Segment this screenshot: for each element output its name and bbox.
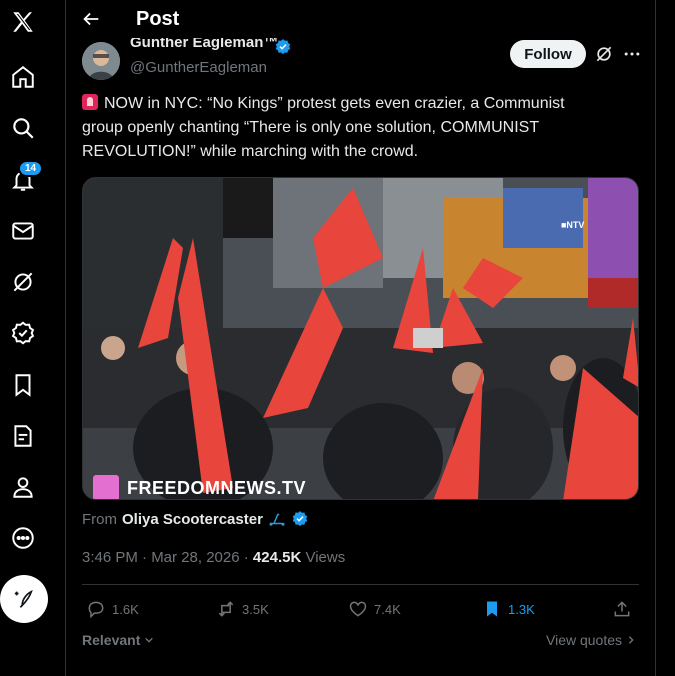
post-media-video[interactable]: ■NTV FREEDOMNEWS.TV bbox=[82, 177, 639, 500]
more-options-icon[interactable] bbox=[622, 44, 642, 64]
like-count: 7.4K bbox=[374, 601, 401, 617]
reply-count: 1.6K bbox=[112, 601, 139, 617]
siren-emoji-icon bbox=[82, 94, 98, 110]
sidebar: 14 bbox=[0, 0, 66, 676]
grok-icon[interactable] bbox=[9, 268, 37, 296]
profile-icon[interactable] bbox=[9, 473, 37, 501]
bookmarks-icon[interactable] bbox=[9, 371, 37, 399]
scooter-emoji-icon bbox=[269, 513, 285, 526]
notification-badge: 14 bbox=[18, 160, 44, 177]
verified-badge-icon bbox=[275, 39, 291, 55]
source-verified-badge-icon bbox=[292, 511, 308, 527]
from-label: From bbox=[82, 510, 117, 528]
messages-icon[interactable] bbox=[9, 217, 37, 245]
bookmark-count: 1.3K bbox=[508, 601, 535, 617]
verified-orgs-icon[interactable] bbox=[9, 319, 37, 347]
share-button[interactable] bbox=[612, 596, 632, 622]
sort-label: Relevant bbox=[82, 632, 141, 648]
action-bar: 1.6K 3.5K 7.4K 1.3K bbox=[82, 596, 639, 622]
back-button[interactable] bbox=[80, 8, 104, 32]
media-source: From Oliya Scootercaster bbox=[82, 510, 309, 528]
watermark-logo-icon bbox=[93, 475, 119, 499]
sort-replies-dropdown[interactable]: Relevant bbox=[82, 632, 154, 648]
post-header: Post bbox=[66, 0, 655, 42]
column-divider bbox=[655, 0, 656, 676]
views-label: Views bbox=[301, 549, 346, 566]
heart-icon bbox=[349, 601, 367, 617]
post-text-body: NOW in NYC: “No Kings” protest gets even… bbox=[82, 95, 565, 160]
protest-scene-image bbox=[83, 178, 638, 499]
watermark-text: FREEDOMNEWS.TV bbox=[127, 477, 307, 498]
repost-count: 3.5K bbox=[242, 601, 269, 617]
compose-icon bbox=[14, 590, 33, 608]
home-icon[interactable] bbox=[9, 63, 37, 91]
post-metadata: 3:46 PM · Mar 28, 2026 · 424.5K Views bbox=[82, 549, 345, 566]
view-quotes-link[interactable]: View quotes bbox=[546, 632, 636, 648]
grok-icon[interactable] bbox=[594, 44, 614, 64]
x-logo-icon[interactable] bbox=[9, 8, 37, 36]
repost-button[interactable]: 3.5K bbox=[216, 596, 269, 622]
bookmark-filled-icon bbox=[487, 601, 497, 617]
post-text: NOW in NYC: “No Kings” protest gets even… bbox=[82, 92, 602, 164]
source-name[interactable]: Oliya Scootercaster bbox=[122, 511, 263, 528]
avatar[interactable] bbox=[82, 42, 120, 80]
more-icon[interactable] bbox=[9, 524, 37, 552]
compose-button[interactable] bbox=[0, 575, 48, 623]
post-timestamp[interactable]: 3:46 PM · Mar 28, 2026 · bbox=[82, 549, 253, 566]
divider bbox=[82, 584, 639, 585]
back-arrow-icon bbox=[83, 12, 99, 26]
search-icon[interactable] bbox=[9, 114, 37, 142]
media-watermark: FREEDOMNEWS.TV bbox=[93, 475, 307, 499]
share-icon bbox=[614, 601, 630, 617]
media-corner-logo: ■NTV bbox=[561, 220, 585, 230]
follow-button[interactable]: Follow bbox=[510, 40, 586, 68]
jobs-icon[interactable] bbox=[9, 422, 37, 450]
chevron-right-icon bbox=[628, 636, 634, 644]
author-handle[interactable]: @GuntherEagleman bbox=[130, 59, 267, 76]
views-count: 424.5K bbox=[252, 549, 302, 566]
reply-button[interactable]: 1.6K bbox=[86, 596, 139, 622]
author-name[interactable]: Gunther Eagleman™ bbox=[130, 38, 278, 52]
like-button[interactable]: 7.4K bbox=[348, 596, 401, 622]
bookmark-button[interactable]: 1.3K bbox=[482, 596, 535, 622]
chevron-down-icon bbox=[145, 637, 154, 643]
main-column: Post Gunther Eagleman™ @GuntherEagleman … bbox=[66, 0, 655, 676]
reply-icon bbox=[88, 601, 104, 619]
view-quotes-label: View quotes bbox=[546, 632, 623, 648]
repost-icon bbox=[218, 601, 234, 617]
page-title: Post bbox=[136, 8, 180, 30]
